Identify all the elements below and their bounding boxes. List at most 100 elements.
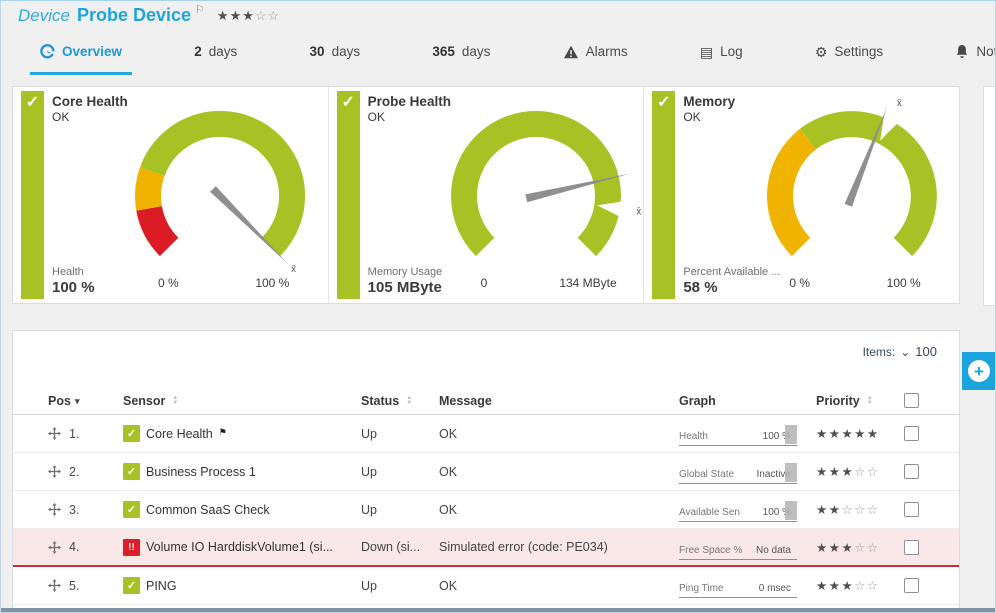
table-row[interactable]: 4. !! Volume IO HarddiskVolume1 (si... D… bbox=[13, 529, 959, 567]
tab-alarms[interactable]: Alarms bbox=[553, 31, 638, 75]
table-row[interactable]: 1. ✓ Core Health ⚑ Up OK Health 100 % ★★… bbox=[13, 415, 959, 453]
clipped-side-panel bbox=[983, 86, 996, 306]
tab-settings[interactable]: ⚙ Settings bbox=[805, 31, 893, 75]
table-row[interactable]: 2. ✓ Business Process 1 Up OK Global Sta… bbox=[13, 453, 959, 491]
channel-label: Memory Usage bbox=[368, 266, 443, 278]
alarm-triangle-icon bbox=[563, 45, 579, 59]
mini-graph-channel: Global State bbox=[679, 469, 734, 480]
tab-bar: Overview 2 days 30 days 365 days Alarms … bbox=[0, 31, 996, 75]
mini-graph-channel: Available Sen bbox=[679, 507, 740, 518]
message-text: OK bbox=[439, 465, 679, 479]
tab-2-days[interactable]: 2 days bbox=[184, 31, 247, 75]
mini-graph[interactable]: Available Sen 100 % bbox=[679, 497, 797, 522]
sensor-name[interactable]: Business Process 1 bbox=[146, 465, 256, 479]
svg-text:x̄: x̄ bbox=[896, 98, 901, 109]
move-icon[interactable] bbox=[48, 427, 61, 440]
log-icon: ▤ bbox=[700, 45, 713, 59]
device-priority-rating[interactable]: ★★★☆☆ bbox=[217, 8, 280, 24]
bottom-edge-bar bbox=[0, 608, 996, 613]
sensor-cell[interactable]: ✓ PING bbox=[123, 577, 361, 594]
sensor-name[interactable]: Common SaaS Check bbox=[146, 503, 270, 517]
column-header-pos[interactable]: Pos ▾ bbox=[48, 394, 123, 408]
column-header-sensor[interactable]: Sensor ▲▼ bbox=[123, 394, 361, 408]
position-cell: 2. bbox=[48, 465, 123, 479]
sort-both-icon: ▲▼ bbox=[406, 396, 412, 406]
row-checkbox[interactable] bbox=[904, 464, 919, 479]
flag-icon[interactable]: ⚐ bbox=[195, 3, 205, 16]
sensor-status-icon: !! bbox=[123, 539, 140, 556]
check-icon: ✓ bbox=[341, 94, 354, 111]
mini-graph[interactable]: Free Space % No data bbox=[679, 535, 797, 560]
svg-text:x̄: x̄ bbox=[291, 264, 296, 275]
column-header-status[interactable]: Status ▲▼ bbox=[361, 394, 439, 408]
status-text: Down (si... bbox=[361, 540, 439, 554]
gauge-status: OK bbox=[683, 110, 735, 124]
mini-graph-bar bbox=[785, 425, 797, 444]
sort-both-icon: ▲▼ bbox=[172, 396, 178, 406]
sensor-name[interactable]: Core Health bbox=[146, 427, 213, 441]
channel-label: Health bbox=[52, 266, 95, 278]
message-text: OK bbox=[439, 427, 679, 441]
mini-graph-bar bbox=[785, 501, 797, 520]
select-all-checkbox[interactable] bbox=[904, 393, 919, 408]
mini-graph-value: No data bbox=[756, 545, 791, 556]
position-cell: 1. bbox=[48, 427, 123, 441]
prtg-device-page: { "header": { "type_label": "Device", "t… bbox=[0, 0, 996, 613]
move-icon[interactable] bbox=[48, 579, 61, 592]
status-text: Up bbox=[361, 427, 439, 441]
tab-overview[interactable]: Overview bbox=[30, 31, 132, 75]
sensor-cell[interactable]: ✓ Core Health ⚑ bbox=[123, 425, 361, 442]
move-icon[interactable] bbox=[48, 541, 61, 554]
tab-log[interactable]: ▤ Log bbox=[690, 31, 753, 75]
column-header-message[interactable]: Message bbox=[439, 394, 679, 408]
tab-notifications[interactable]: Notifications bbox=[945, 31, 996, 75]
status-strip-ok: ✓ bbox=[652, 91, 675, 299]
sort-both-icon: ▲▼ bbox=[867, 396, 873, 406]
status-text: Up bbox=[361, 465, 439, 479]
row-checkbox[interactable] bbox=[904, 502, 919, 517]
gauges-card: ✓ Core Health OK x̄ 0 % 100 % Health 100… bbox=[12, 86, 960, 304]
move-icon[interactable] bbox=[48, 465, 61, 478]
gear-icon: ⚙ bbox=[815, 45, 828, 59]
tab-30-days[interactable]: 30 days bbox=[300, 31, 371, 75]
sensor-name[interactable]: PING bbox=[146, 579, 177, 593]
priority-stars[interactable]: ★★★☆☆ bbox=[816, 464, 904, 479]
row-checkbox[interactable] bbox=[904, 540, 919, 555]
table-row[interactable]: 5. ✓ PING Up OK Ping Time 0 msec ★★★☆☆ bbox=[13, 567, 959, 605]
position-cell: 4. bbox=[48, 540, 123, 554]
move-icon[interactable] bbox=[48, 503, 61, 516]
message-text: OK bbox=[439, 503, 679, 517]
position-number: 2. bbox=[69, 465, 79, 479]
column-header-graph[interactable]: Graph bbox=[679, 394, 816, 408]
gauge-axis-max: 134 MByte bbox=[543, 276, 633, 290]
priority-stars[interactable]: ★★★☆☆ bbox=[816, 578, 904, 593]
sensor-cell[interactable]: !! Volume IO HarddiskVolume1 (si... bbox=[123, 539, 361, 556]
sensor-status-icon: ✓ bbox=[123, 425, 140, 442]
row-checkbox[interactable] bbox=[904, 426, 919, 441]
status-text: Up bbox=[361, 503, 439, 517]
priority-stars[interactable]: ★★☆☆☆ bbox=[816, 502, 904, 517]
mini-graph[interactable]: Global State Inactive bbox=[679, 459, 797, 484]
mini-graph[interactable]: Ping Time 0 msec bbox=[679, 573, 797, 598]
tab-365-days[interactable]: 365 days bbox=[422, 31, 500, 75]
gauge-panel-memory[interactable]: ✓ Memory OK x̄ 0 % 100 % Percent Availab… bbox=[644, 87, 959, 303]
items-per-page-control[interactable]: Items: ⌄ 100 bbox=[863, 344, 937, 359]
mini-graph[interactable]: Health 100 % bbox=[679, 421, 797, 446]
add-sensor-button[interactable]: + bbox=[962, 352, 996, 390]
gauge-panel-probe-health[interactable]: ✓ Probe Health OK x̄ 0 134 MByte Memory … bbox=[329, 87, 645, 303]
gauge-panel-core-health[interactable]: ✓ Core Health OK x̄ 0 % 100 % Health 100… bbox=[13, 87, 329, 303]
priority-stars[interactable]: ★★★☆☆ bbox=[816, 540, 904, 555]
row-checkbox[interactable] bbox=[904, 578, 919, 593]
table-row[interactable]: 3. ✓ Common SaaS Check Up OK Available S… bbox=[13, 491, 959, 529]
sensor-cell[interactable]: ✓ Business Process 1 bbox=[123, 463, 361, 480]
mini-graph-value: 0 msec bbox=[759, 583, 791, 594]
column-header-priority[interactable]: Priority ▲▼ bbox=[816, 394, 904, 408]
sort-desc-icon: ▾ bbox=[75, 396, 80, 407]
gauge-axis-max: 100 % bbox=[227, 276, 317, 290]
priority-stars[interactable]: ★★★★★ bbox=[816, 426, 904, 441]
sensor-name[interactable]: Volume IO HarddiskVolume1 (si... bbox=[146, 540, 333, 554]
sensor-table-card: Items: ⌄ 100 Pos ▾ Sensor ▲▼ Status ▲▼ M… bbox=[12, 330, 960, 613]
gauge-icon bbox=[40, 44, 55, 59]
channel-label: Percent Available ... bbox=[683, 266, 780, 278]
sensor-cell[interactable]: ✓ Common SaaS Check bbox=[123, 501, 361, 518]
